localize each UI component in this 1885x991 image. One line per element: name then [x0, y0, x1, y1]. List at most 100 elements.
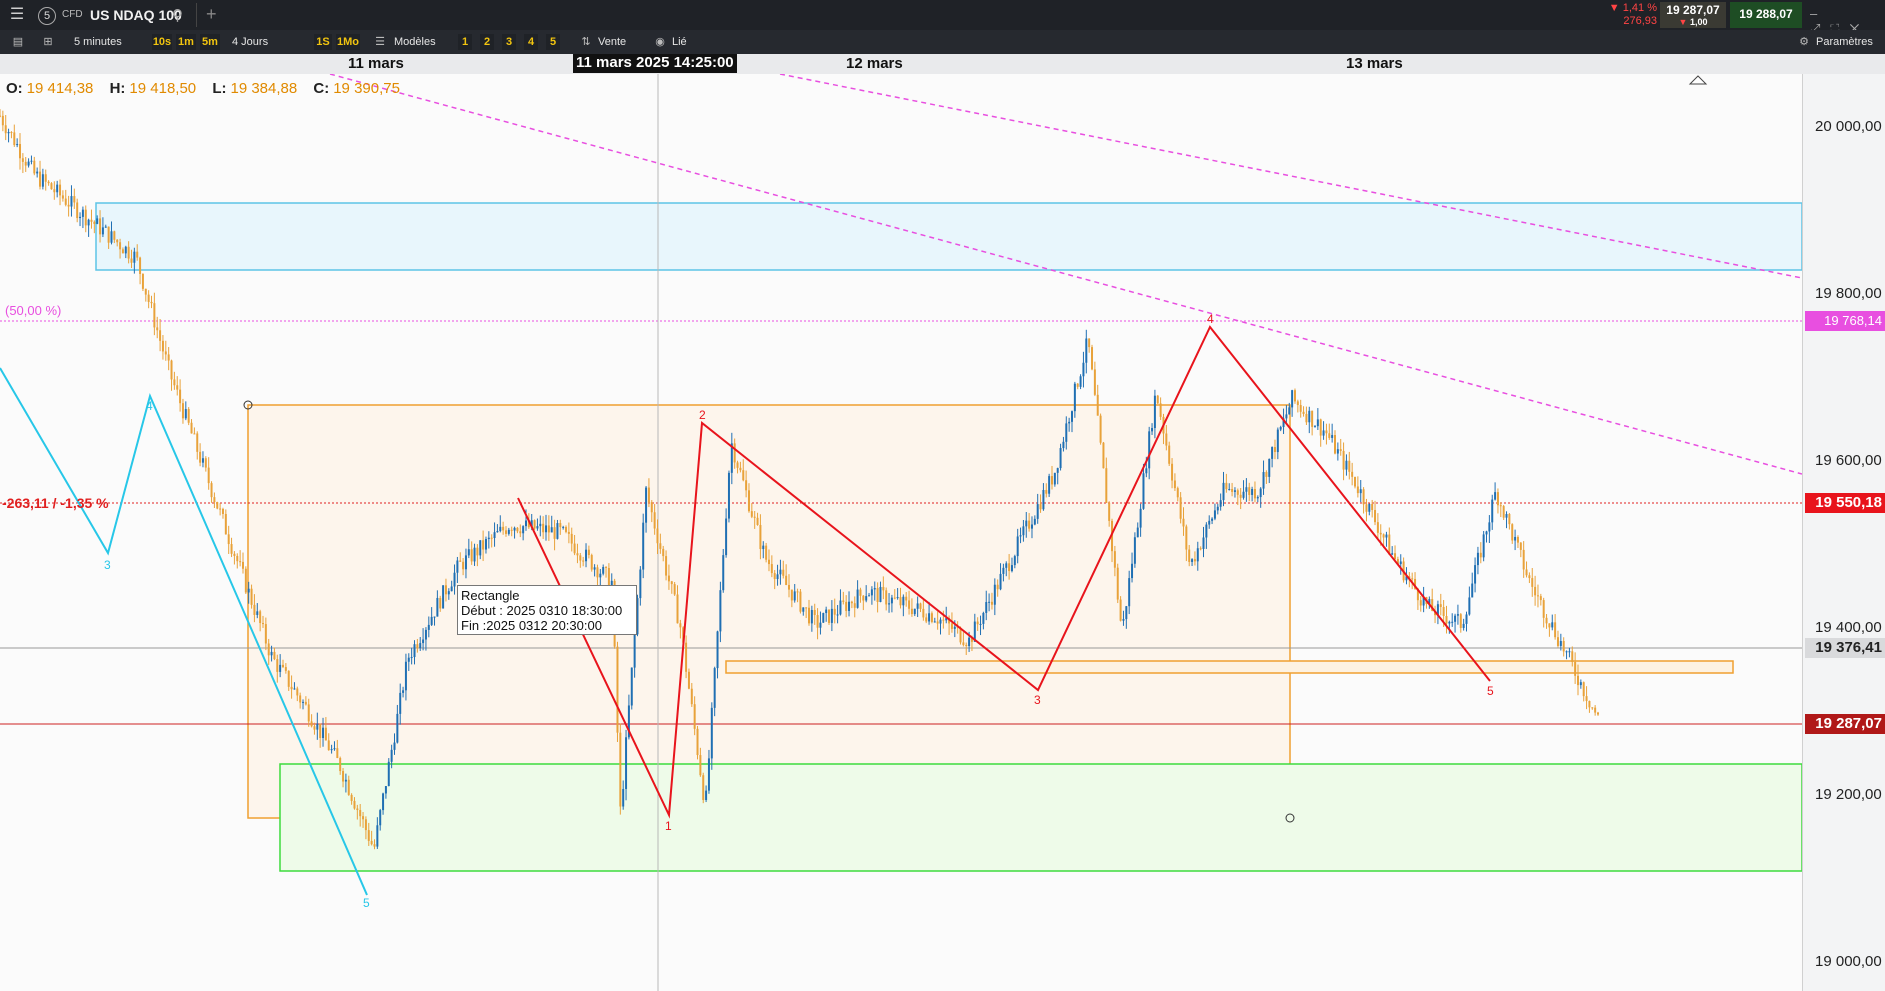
- eye-icon[interactable]: ◉: [652, 34, 668, 50]
- layout-button-3[interactable]: 3: [502, 34, 516, 50]
- instrument-name[interactable]: US NDAQ 100: [90, 7, 182, 23]
- panel-icon[interactable]: ▤: [10, 34, 26, 50]
- orange-thin-rectangle[interactable]: [725, 660, 1734, 674]
- settings-button[interactable]: Paramètres: [1816, 34, 1880, 50]
- tf-button-10s[interactable]: 10s: [152, 34, 172, 50]
- layout-button-2[interactable]: 2: [480, 34, 494, 50]
- search-icon[interactable]: ⚲: [172, 6, 183, 24]
- candle-body: [1459, 614, 1462, 628]
- candle-body: [319, 723, 322, 738]
- candle-body: [962, 642, 965, 645]
- candle-body: [1222, 482, 1225, 501]
- candle-body: [516, 527, 519, 532]
- scroll-to-end-icon[interactable]: [1688, 75, 1708, 85]
- candle-body: [859, 589, 862, 596]
- instrument-number-badge[interactable]: 5: [38, 7, 56, 25]
- price-tick: 19 200,00: [1815, 786, 1882, 803]
- price-axis[interactable]: 20 000,00 19 800,00 19 600,00 19 400,00 …: [1802, 74, 1885, 991]
- candle-body: [765, 545, 768, 560]
- candle-body: [1554, 622, 1557, 638]
- layout-button-4[interactable]: 4: [524, 34, 538, 50]
- order-icon[interactable]: ⇅: [578, 34, 594, 50]
- candle-body: [885, 590, 888, 605]
- buy-price-button[interactable]: 19 288,07: [1730, 2, 1802, 28]
- candle-body: [1231, 489, 1234, 492]
- wave-label: 3: [104, 558, 111, 572]
- minimize-icon[interactable]: –: [1810, 6, 1827, 21]
- sell-price-button[interactable]: 19 287,07 ▼ 1,00: [1660, 2, 1726, 28]
- chart-canvas[interactable]: [0, 74, 1802, 991]
- candle-body: [1213, 510, 1216, 519]
- candle-body: [747, 490, 750, 512]
- candle-body: [1585, 696, 1588, 701]
- candle-body: [979, 623, 982, 625]
- period-select[interactable]: 4 Jours: [232, 34, 282, 50]
- layout-button-5[interactable]: 5: [546, 34, 560, 50]
- candle-body: [479, 540, 482, 556]
- candle-body: [1351, 471, 1354, 477]
- candle-body: [1142, 473, 1145, 509]
- gear-icon[interactable]: ⚙: [1796, 34, 1812, 50]
- plus-icon[interactable]: +: [206, 4, 217, 25]
- candle-body: [1319, 419, 1322, 436]
- tf-button-1m[interactable]: 1m: [176, 34, 196, 50]
- pl-price-flag: 19 550,18: [1805, 493, 1885, 513]
- candle-body: [619, 732, 622, 807]
- orange-range-rectangle[interactable]: [247, 404, 1291, 819]
- candle-body: [1033, 518, 1036, 525]
- candle-body: [1516, 536, 1519, 543]
- chart-toolbar: ▤ ⊞ 5 minutes 10s 1m 5m 4 Jours 1S 1Mo ☰…: [0, 30, 1885, 54]
- candle-body: [1093, 369, 1096, 395]
- candle-body: [1313, 426, 1316, 428]
- candle-body: [1382, 534, 1385, 538]
- candle-body: [1362, 489, 1365, 505]
- green-support-zone[interactable]: [279, 763, 1802, 872]
- timeframe-select[interactable]: 5 minutes: [74, 34, 148, 50]
- candle-body: [1108, 502, 1111, 521]
- candle-body: [1048, 476, 1051, 494]
- candle-body: [4, 125, 7, 134]
- candle-body: [1271, 447, 1274, 459]
- candle-body: [719, 590, 722, 632]
- chart-area[interactable]: O: 19 414,38 H: 19 418,50 L: 19 384,88 C: 19…: [0, 74, 1802, 991]
- period-button-1mo[interactable]: 1Mo: [336, 34, 360, 50]
- fib-price-flag: 19 768,14: [1805, 311, 1885, 331]
- candle-body: [184, 409, 187, 419]
- change-points: 276,93: [1623, 15, 1657, 27]
- candle-body: [802, 607, 805, 612]
- models-icon[interactable]: ☰: [372, 34, 388, 50]
- models-button[interactable]: Modèles: [394, 34, 444, 50]
- candle-body: [259, 611, 262, 624]
- candle-body: [156, 327, 159, 331]
- candle-body: [642, 522, 645, 570]
- period-button-1s[interactable]: 1S: [314, 34, 332, 50]
- linked-button[interactable]: Lié: [672, 34, 702, 50]
- high-value: 19 418,50: [129, 80, 197, 97]
- crosshair-price-flag: 19 376,41: [1805, 638, 1885, 658]
- candle-body: [204, 458, 207, 468]
- candle-body: [1582, 682, 1585, 697]
- candle-body: [950, 623, 953, 629]
- candle-body: [930, 613, 933, 622]
- candle-body: [187, 409, 190, 423]
- order-button[interactable]: Vente: [598, 34, 638, 50]
- down-arrow-icon: ▼: [1678, 17, 1688, 27]
- candle-body: [1245, 487, 1248, 492]
- hamburger-icon[interactable]: ☰: [8, 6, 26, 24]
- blue-zone-rectangle[interactable]: [95, 202, 1802, 271]
- candle-body: [439, 597, 442, 609]
- candle-body: [1365, 504, 1368, 512]
- candle-body: [1411, 578, 1414, 580]
- candle-body: [1236, 490, 1239, 495]
- layout-button-1[interactable]: 1: [458, 34, 472, 50]
- candle-body: [630, 667, 633, 706]
- candle-body: [304, 701, 307, 705]
- candle-body: [1494, 492, 1497, 500]
- tf-button-5m[interactable]: 5m: [200, 34, 220, 50]
- candle-body: [1419, 600, 1422, 606]
- candle-body: [1265, 472, 1268, 477]
- price-tick: 20 000,00: [1815, 118, 1882, 135]
- candle-body: [767, 559, 770, 565]
- candle-body: [745, 480, 748, 491]
- grid-icon[interactable]: ⊞: [40, 34, 56, 50]
